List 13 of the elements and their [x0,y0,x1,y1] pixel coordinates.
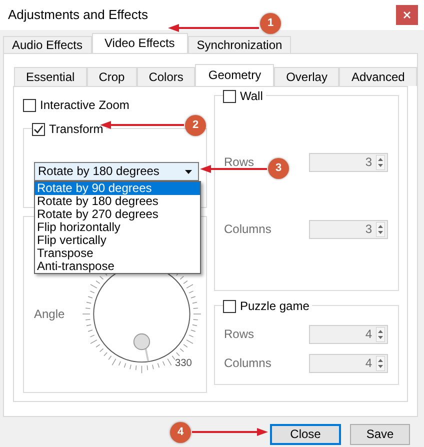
angle-label: Angle [34,307,66,322]
annotation-badge: 4 [170,422,191,443]
checkbox-label: Wall [240,88,263,104]
field-label: Columns [224,222,272,237]
checkbox-label: Interactive Zoom [40,98,130,112]
window-title: Adjustments and Effects [8,7,148,23]
field-label: Rows [224,155,254,170]
checkbox-label: Transform [49,122,104,136]
dropdown-value: Rotate by 180 degrees [38,164,160,179]
field-label: Rows [224,327,254,342]
field-label: Columns [224,356,272,371]
angle-tick-label: 330 [174,358,192,369]
checkbox-label: Puzzle game [240,298,310,314]
